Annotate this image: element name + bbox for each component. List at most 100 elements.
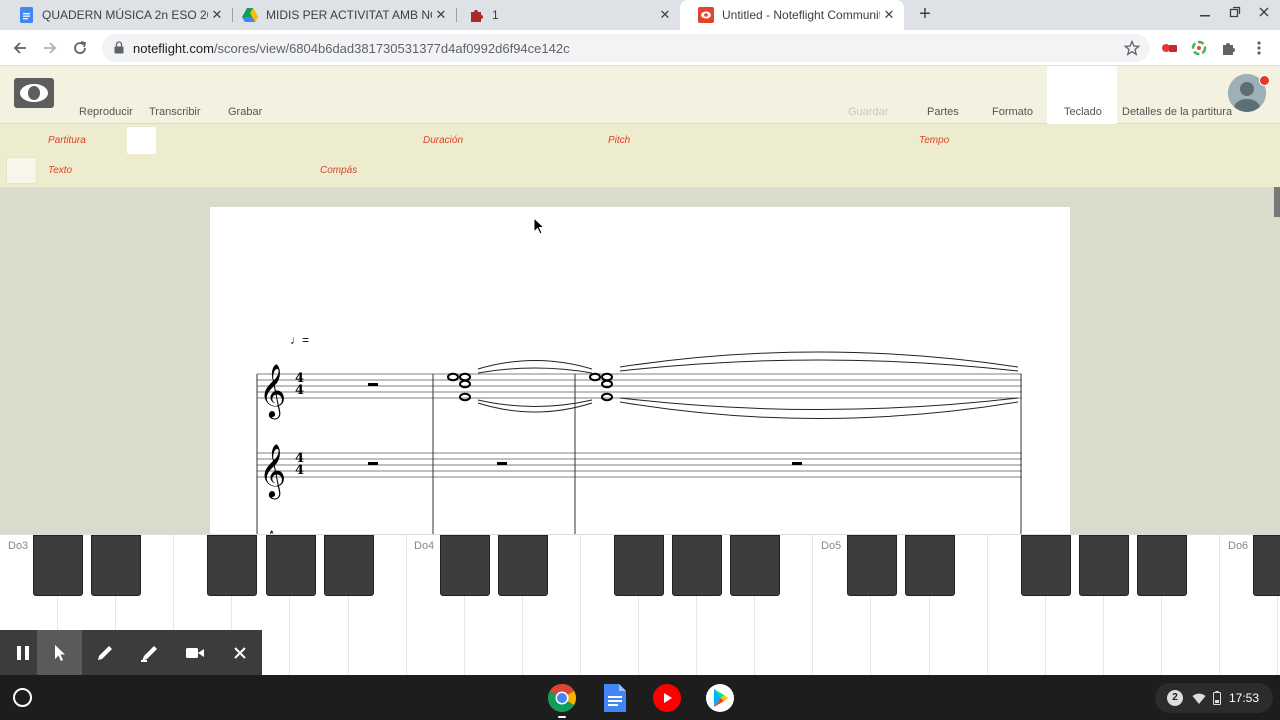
black-key[interactable] bbox=[497, 535, 548, 596]
time-signature-bottom[interactable]: 4 bbox=[295, 383, 304, 398]
tab-1[interactable]: 1 ✕ bbox=[450, 0, 680, 30]
camera-icon[interactable] bbox=[172, 630, 217, 675]
extensions-puzzle-icon[interactable] bbox=[1218, 37, 1240, 59]
clock: 17:53 bbox=[1229, 691, 1260, 705]
reload-icon[interactable] bbox=[69, 37, 91, 59]
menu-detalles[interactable]: Detalles de la partitura bbox=[1122, 106, 1232, 118]
close-icon[interactable]: ✕ bbox=[432, 7, 450, 23]
score-canvas[interactable]: ♩= 𝄞 𝄞 4 4 4 4 bbox=[0, 187, 1280, 534]
menu-partes[interactable]: Partes bbox=[927, 106, 959, 118]
active-app-indicator bbox=[558, 716, 566, 718]
whole-rest bbox=[792, 462, 802, 465]
close-icon[interactable]: ✕ bbox=[656, 7, 674, 23]
black-key[interactable] bbox=[1020, 535, 1071, 596]
ribbon-partitura-swatch[interactable] bbox=[127, 127, 156, 154]
tab-title: QUADERN MÚSICA 2n ESO 2020 bbox=[42, 8, 208, 22]
score-page[interactable]: ♩= 𝄞 𝄞 4 4 4 4 bbox=[210, 207, 1070, 534]
chrome-app-icon[interactable] bbox=[547, 683, 577, 713]
ribbon-duracion[interactable]: Duración bbox=[423, 135, 463, 146]
black-key[interactable] bbox=[1253, 535, 1280, 596]
back-icon[interactable] bbox=[9, 37, 31, 59]
tab-strip: QUADERN MÚSICA 2n ESO 2020 ✕ MIDIS PER A… bbox=[0, 0, 1280, 30]
window-close-icon[interactable] bbox=[1254, 6, 1274, 21]
close-recorder-icon[interactable] bbox=[217, 630, 262, 675]
google-drive-icon bbox=[242, 7, 258, 23]
black-key[interactable] bbox=[439, 535, 490, 596]
address-bar[interactable]: noteflight.com/scores/view/6804b6dad3817… bbox=[102, 34, 1150, 62]
black-key[interactable] bbox=[33, 535, 84, 596]
time-signature-bottom[interactable]: 4 bbox=[295, 463, 304, 478]
menu-formato[interactable]: Formato bbox=[992, 106, 1033, 118]
screen-recorder-bar bbox=[0, 630, 262, 675]
menu-transcribir[interactable]: Transcribir bbox=[149, 106, 201, 118]
bookmark-star-icon[interactable] bbox=[1121, 37, 1143, 59]
octave-label-do3: Do3 bbox=[8, 540, 29, 552]
google-docs-app-icon[interactable] bbox=[603, 683, 633, 713]
whole-rest bbox=[497, 462, 507, 465]
url-host: noteflight.com bbox=[133, 41, 214, 56]
tab-title: MIDIS PER ACTIVITAT AMB NOTE bbox=[266, 8, 432, 22]
treble-clef: 𝄞 bbox=[259, 363, 286, 419]
tab-quadern-musica[interactable]: QUADERN MÚSICA 2n ESO 2020 ✕ bbox=[0, 0, 232, 30]
octave-label-do4: Do4 bbox=[414, 540, 435, 552]
menu-grabar[interactable]: Grabar bbox=[228, 106, 262, 118]
mouse-cursor-icon bbox=[533, 216, 546, 240]
play-store-app-icon[interactable] bbox=[705, 683, 735, 713]
ribbon-texto[interactable]: Texto bbox=[48, 165, 72, 176]
whole-rest bbox=[368, 383, 378, 386]
ribbon-partitura[interactable]: Partitura bbox=[48, 135, 86, 146]
ribbon-tempo[interactable]: Tempo bbox=[919, 135, 949, 146]
menu-guardar[interactable]: Guardar bbox=[848, 106, 888, 118]
black-key[interactable] bbox=[323, 535, 374, 596]
tab-noteflight[interactable]: Untitled - Noteflight Community ✕ bbox=[680, 0, 904, 30]
record-extension-icon[interactable] bbox=[1158, 37, 1180, 59]
ribbon-pitch[interactable]: Pitch bbox=[608, 135, 630, 146]
highlighter-tool-icon[interactable] bbox=[127, 630, 172, 675]
ribbon-texto-swatch[interactable] bbox=[6, 157, 37, 184]
tab-title: Untitled - Noteflight Community bbox=[722, 8, 880, 22]
notification-count-badge: 2 bbox=[1167, 690, 1183, 706]
google-docs-icon bbox=[18, 7, 34, 23]
menu-reproducir[interactable]: Reproducir bbox=[79, 106, 133, 118]
new-tab-button[interactable]: + bbox=[914, 4, 936, 26]
forward-icon[interactable] bbox=[39, 37, 61, 59]
url-path: /scores/view/6804b6dad381730531377d4af09… bbox=[213, 41, 570, 56]
black-key[interactable] bbox=[207, 535, 258, 596]
minimize-icon[interactable] bbox=[1195, 6, 1215, 21]
chord bbox=[589, 372, 613, 402]
pen-tool-icon[interactable] bbox=[82, 630, 127, 675]
tab-title: 1 bbox=[492, 8, 499, 22]
black-key[interactable] bbox=[730, 535, 781, 596]
youtube-app-icon[interactable] bbox=[652, 683, 682, 713]
launcher-icon[interactable] bbox=[13, 688, 32, 707]
treble-clef: 𝄞 bbox=[259, 443, 286, 499]
noteflight-header: Reproducir Transcribir Grabar Guardar Pa… bbox=[0, 66, 1280, 124]
black-key[interactable] bbox=[672, 535, 723, 596]
menu-teclado-tab[interactable]: Teclado bbox=[1047, 66, 1117, 124]
black-key[interactable] bbox=[1078, 535, 1129, 596]
black-key[interactable] bbox=[265, 535, 316, 596]
color-extension-icon[interactable] bbox=[1188, 37, 1210, 59]
notification-dot bbox=[1259, 75, 1270, 86]
url-text: noteflight.com/scores/view/6804b6dad3817… bbox=[133, 41, 570, 56]
tab-midis[interactable]: MIDIS PER ACTIVITAT AMB NOTE ✕ bbox=[224, 0, 456, 30]
black-key[interactable] bbox=[846, 535, 897, 596]
menu-teclado-label: Teclado bbox=[1064, 106, 1102, 118]
noteflight-icon bbox=[698, 7, 714, 23]
pointer-tool-icon[interactable] bbox=[37, 630, 82, 675]
browser-menu-icon[interactable] bbox=[1248, 37, 1270, 59]
black-key[interactable] bbox=[614, 535, 665, 596]
noteflight-logo[interactable] bbox=[14, 78, 54, 108]
status-tray[interactable]: 2 17:53 bbox=[1155, 683, 1273, 713]
black-key[interactable] bbox=[1137, 535, 1187, 596]
whole-rest bbox=[368, 462, 378, 465]
ribbon-compas[interactable]: Compás bbox=[320, 165, 357, 176]
octave-label-do5: Do5 bbox=[821, 540, 842, 552]
black-key[interactable] bbox=[904, 535, 955, 596]
close-icon[interactable]: ✕ bbox=[880, 7, 898, 23]
restore-icon[interactable] bbox=[1225, 6, 1245, 21]
lock-icon bbox=[114, 41, 124, 59]
black-key[interactable] bbox=[91, 535, 142, 596]
noteflight-ribbon: Partitura Duración Pitch Tempo Texto Com… bbox=[0, 124, 1280, 187]
vertical-scrollbar[interactable] bbox=[1274, 187, 1280, 217]
